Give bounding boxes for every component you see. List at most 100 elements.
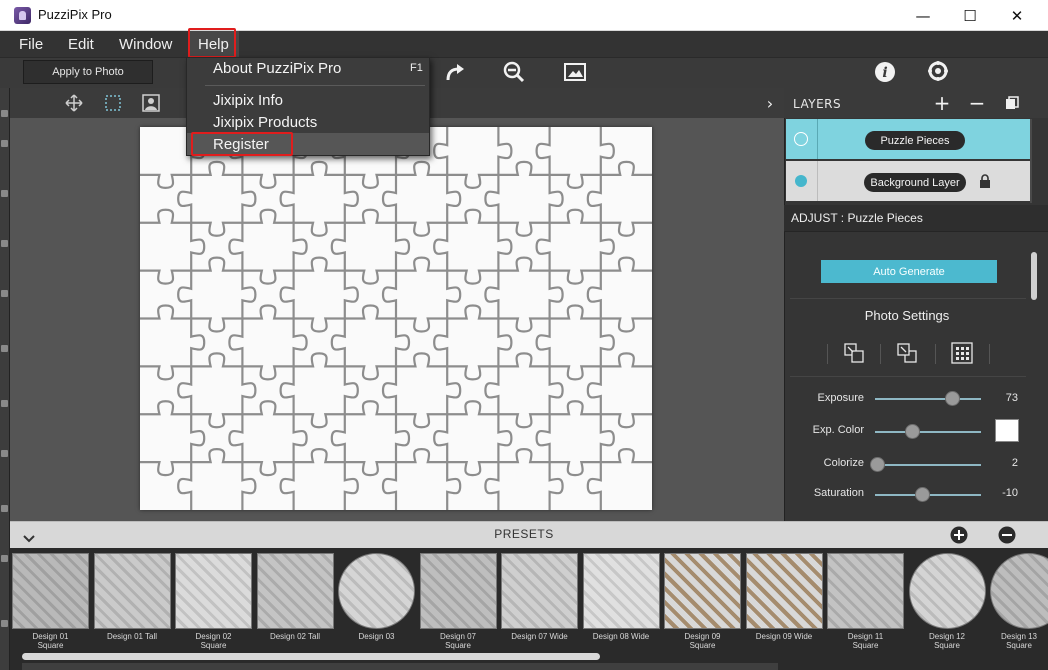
preset-thumbnail[interactable]: [175, 553, 252, 629]
preset-thumbnail[interactable]: [338, 553, 415, 629]
exposure-slider-knob[interactable]: [944, 391, 960, 406]
layer-back-icon[interactable]: [895, 341, 919, 365]
preset-item[interactable]: Design 08 Wide: [582, 553, 660, 641]
duplicate-layer-icon[interactable]: [1004, 95, 1020, 111]
layers-scrollbar[interactable]: [1030, 119, 1032, 203]
tool-icon[interactable]: [1, 140, 8, 147]
window-title: PuzziPix Pro: [38, 7, 112, 22]
colorize-slider-knob[interactable]: [869, 457, 885, 472]
tool-icon[interactable]: [1, 505, 8, 512]
preset-thumbnail[interactable]: [745, 553, 823, 629]
exposure-label: Exposure: [817, 392, 864, 404]
add-layer-button[interactable]: +: [933, 91, 951, 115]
preset-item[interactable]: Design 09 Square: [664, 553, 741, 650]
exp-color-slider-track[interactable]: [875, 431, 981, 433]
portrait-icon[interactable]: [141, 93, 161, 113]
select-rectangle-icon[interactable]: [103, 93, 123, 113]
layer-visibility-icon[interactable]: [795, 175, 807, 187]
colorize-label: Colorize: [823, 457, 864, 469]
divider: [790, 376, 1026, 377]
register-highlight-box: [191, 132, 293, 156]
tool-icon[interactable]: [1, 345, 8, 352]
layer-divider: [817, 119, 818, 159]
adjust-title: ADJUST : Puzzle Pieces: [791, 211, 923, 225]
remove-layer-button[interactable]: −: [968, 91, 986, 115]
preset-item[interactable]: Design 01 Square: [12, 553, 89, 650]
menu-item-jixipix-products[interactable]: Jixipix Products: [213, 114, 317, 131]
menu-file[interactable]: File: [9, 31, 53, 58]
preset-item[interactable]: Design 02 Tall: [256, 553, 334, 641]
puzzle-lines: [140, 127, 652, 510]
tool-icon[interactable]: [1, 450, 8, 457]
info-icon[interactable]: i: [872, 59, 898, 85]
tool-icon[interactable]: [1, 555, 8, 562]
preset-label: Design 02 Square: [195, 632, 232, 650]
presets-scrollbar[interactable]: [22, 653, 600, 660]
layer-divider: [817, 161, 818, 201]
settings-icon[interactable]: [925, 58, 951, 84]
preset-thumbnail[interactable]: [990, 553, 1048, 629]
preset-item[interactable]: Design 09 Wide: [745, 553, 823, 641]
layer-visibility-icon[interactable]: [794, 132, 808, 146]
menu-separator: [205, 85, 425, 86]
preset-item[interactable]: Design 11 Square: [827, 553, 904, 650]
apply-to-photo-button[interactable]: Apply to Photo: [23, 60, 153, 84]
tool-icon[interactable]: [1, 190, 8, 197]
preset-label: Design 11 Square: [847, 632, 884, 650]
preset-item[interactable]: Design 07 Wide: [501, 553, 578, 641]
preset-item[interactable]: Design 12 Square: [908, 553, 986, 650]
layer-label: Background Layer: [864, 173, 966, 192]
puzzle-canvas[interactable]: [140, 127, 652, 510]
preset-item[interactable]: Design 02 Square: [175, 553, 252, 650]
preset-label: Design 12 Square: [928, 632, 966, 650]
saturation-label: Saturation: [813, 487, 864, 499]
preset-thumbnail[interactable]: [908, 553, 986, 629]
exp-color-slider-knob[interactable]: [904, 424, 920, 439]
move-icon[interactable]: [64, 93, 84, 113]
preset-label: Design 08 Wide: [592, 632, 650, 641]
preset-item[interactable]: Design 01 Tall: [93, 553, 171, 641]
preset-item[interactable]: Design 07 Square: [419, 553, 497, 650]
tool-icon[interactable]: [1, 110, 8, 117]
chevron-right-icon[interactable]: ›: [762, 94, 778, 113]
preset-thumbnail[interactable]: [827, 553, 904, 629]
menu-item-jixipix-info[interactable]: Jixipix Info: [213, 92, 283, 109]
preset-thumbnail[interactable]: [419, 553, 497, 629]
add-preset-icon[interactable]: [950, 526, 968, 544]
exp-color-swatch[interactable]: [995, 419, 1019, 442]
exposure-slider-track[interactable]: [875, 398, 981, 400]
menu-window[interactable]: Window: [109, 31, 182, 58]
preset-item[interactable]: Design 13 Square: [990, 553, 1048, 650]
grid-icon[interactable]: [950, 341, 974, 365]
menu-edit[interactable]: Edit: [58, 31, 104, 58]
colorize-slider-track[interactable]: [875, 464, 981, 466]
preset-thumbnail[interactable]: [664, 553, 741, 629]
layer-row-puzzle-pieces[interactable]: Puzzle Pieces: [786, 119, 1030, 159]
zoom-out-icon[interactable]: [501, 59, 527, 85]
preset-thumbnail[interactable]: [582, 553, 660, 629]
remove-preset-icon[interactable]: [998, 526, 1016, 544]
tool-icon[interactable]: [1, 620, 8, 627]
tool-icon[interactable]: [1, 290, 8, 297]
presets-title: PRESETS: [494, 527, 554, 541]
preset-item[interactable]: Design 03: [338, 553, 415, 641]
preset-thumbnail[interactable]: [501, 553, 578, 629]
close-button[interactable]: ✕: [994, 0, 1040, 31]
presets-scroll-track: [22, 663, 778, 670]
tool-icon[interactable]: [1, 400, 8, 407]
minimize-button[interactable]: —: [900, 0, 946, 31]
preset-thumbnail[interactable]: [93, 553, 171, 629]
preset-thumbnail[interactable]: [12, 553, 89, 629]
layer-front-icon[interactable]: [842, 341, 866, 365]
menu-item-about[interactable]: About PuzziPix Pro: [213, 60, 341, 77]
preset-thumbnail[interactable]: [256, 553, 334, 629]
preset-label: Design 07 Square: [439, 632, 477, 650]
layer-row-background[interactable]: Background Layer: [786, 161, 1030, 201]
adjust-scrollbar[interactable]: [1031, 252, 1037, 300]
auto-generate-button[interactable]: Auto Generate: [821, 260, 997, 283]
redo-icon[interactable]: [442, 59, 468, 85]
tool-icon[interactable]: [1, 240, 8, 247]
colorize-value: 2: [1011, 457, 1018, 469]
maximize-button[interactable]: ☐: [947, 0, 993, 31]
fit-image-icon[interactable]: [562, 59, 588, 85]
